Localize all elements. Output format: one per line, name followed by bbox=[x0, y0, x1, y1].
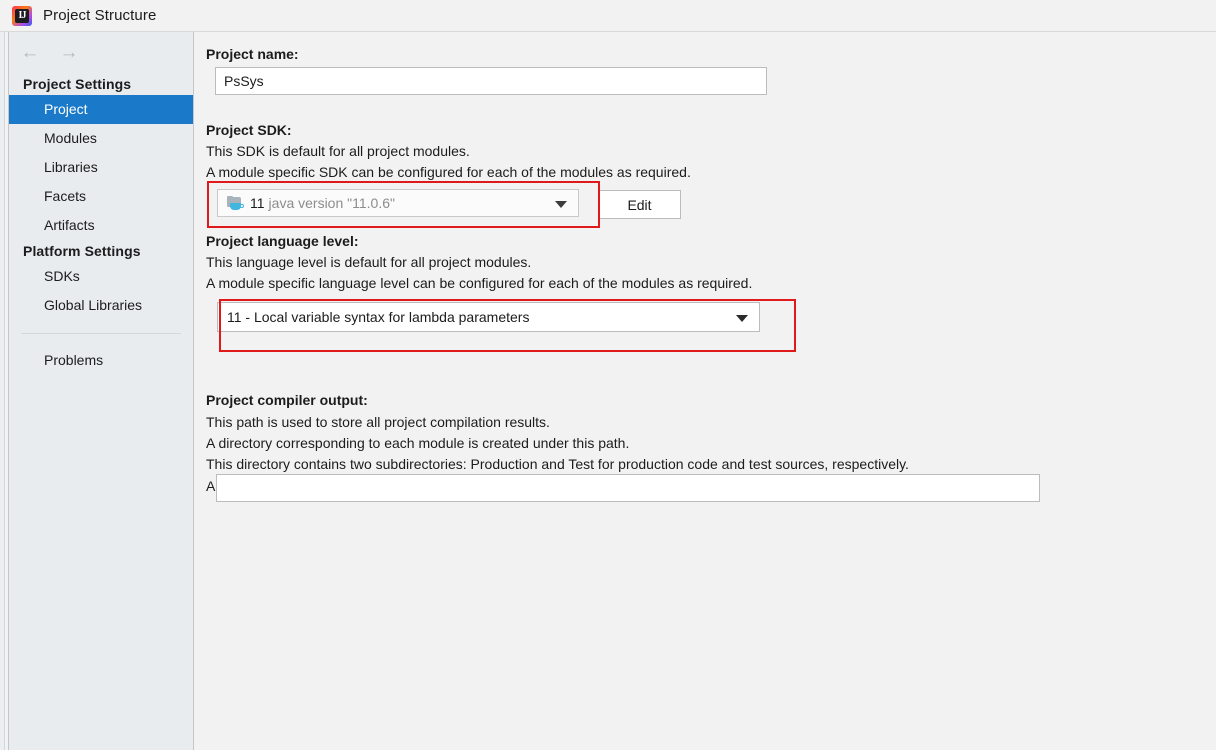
navigation-arrows: ← → bbox=[9, 32, 193, 73]
language-level-label: Project language level: bbox=[206, 233, 359, 249]
language-level-value: 11 - Local variable syntax for lambda pa… bbox=[227, 309, 530, 325]
compiler-output-description-line-3: This directory contains two subdirectori… bbox=[206, 456, 909, 472]
sidebar-item-global-libraries[interactable]: Global Libraries bbox=[9, 291, 193, 320]
arrow-left-icon[interactable]: ← bbox=[19, 42, 41, 64]
project-sdk-description-line-1: This SDK is default for all project modu… bbox=[206, 143, 470, 159]
compiler-output-description-line-1: This path is used to store all project c… bbox=[206, 414, 550, 430]
arrow-right-icon[interactable]: → bbox=[58, 42, 80, 64]
edit-sdk-button[interactable]: Edit bbox=[598, 190, 681, 219]
language-level-description-line-1: This language level is default for all p… bbox=[206, 254, 532, 270]
project-sdk-version: 11 bbox=[250, 195, 265, 211]
project-name-input[interactable]: PsSys bbox=[215, 67, 767, 95]
compiler-output-description-line-2: A directory corresponding to each module… bbox=[206, 435, 630, 451]
language-level-description-line-2: A module specific language level can be … bbox=[206, 275, 753, 291]
window-title: Project Structure bbox=[43, 7, 157, 24]
project-sdk-combobox[interactable]: 11 java version "11.0.6" bbox=[217, 189, 579, 217]
intellij-idea-icon: IJ bbox=[12, 5, 32, 26]
sidebar-item-project[interactable]: Project bbox=[9, 95, 193, 124]
project-sdk-description: java version "11.0.6" bbox=[268, 195, 395, 211]
chevron-down-icon bbox=[555, 201, 567, 208]
intellij-idea-icon-glyph: IJ bbox=[18, 9, 27, 21]
sidebar-item-artifacts[interactable]: Artifacts bbox=[9, 211, 193, 240]
background-strip bbox=[0, 0, 9, 750]
title-bar: IJ Project Structure bbox=[0, 0, 1216, 32]
chevron-down-icon bbox=[736, 315, 748, 322]
sidebar-group-project-settings-title: Project Settings bbox=[23, 76, 132, 92]
sidebar-item-facets[interactable]: Facets bbox=[9, 182, 193, 211]
language-level-combobox[interactable]: 11 - Local variable syntax for lambda pa… bbox=[217, 302, 760, 332]
project-sdk-label: Project SDK: bbox=[206, 122, 292, 138]
project-sdk-description-line-2: A module specific SDK can be configured … bbox=[206, 164, 691, 180]
sidebar-item-problems[interactable]: Problems bbox=[9, 346, 193, 375]
sidebar-item-sdks[interactable]: SDKs bbox=[9, 262, 193, 291]
sidebar-item-modules[interactable]: Modules bbox=[9, 124, 193, 153]
sidebar-item-libraries[interactable]: Libraries bbox=[9, 153, 193, 182]
background-strip-inner bbox=[0, 30, 5, 750]
compiler-output-label: Project compiler output: bbox=[206, 392, 368, 408]
sidebar-group-platform-settings-title: Platform Settings bbox=[23, 243, 141, 259]
project-name-label: Project name: bbox=[206, 46, 299, 62]
sidebar-divider bbox=[21, 333, 181, 334]
compiler-output-path-field[interactable] bbox=[216, 474, 1040, 502]
jdk-folder-icon bbox=[227, 195, 244, 211]
main-panel: Project name: PsSys Project SDK: This SD… bbox=[195, 32, 1216, 750]
sidebar: ← → Project Settings Project Modules Lib… bbox=[9, 32, 194, 750]
